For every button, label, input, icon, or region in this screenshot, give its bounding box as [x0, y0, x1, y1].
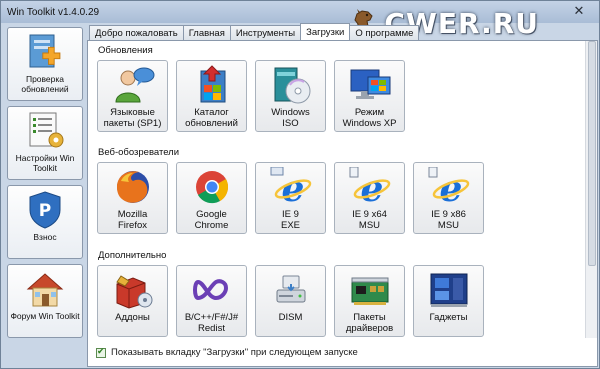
addons-box-icon	[115, 275, 152, 309]
donate-button[interactable]: P Взнос	[7, 185, 83, 259]
scrollbar-thumb[interactable]	[588, 41, 596, 266]
window-title: Win Toolkit v1.4.0.29	[7, 6, 100, 18]
chrome-button[interactable]: Google Chrome	[176, 162, 247, 234]
tile-label: IE 9 x86 MSU	[431, 209, 466, 231]
tile-label: Пакеты драйверов	[345, 312, 394, 334]
addons-button[interactable]: Аддоны	[97, 265, 168, 337]
visual-studio-icon	[192, 279, 228, 301]
redist-button[interactable]: B/C++/F#/J# Redist	[176, 265, 247, 337]
tile-label: IE 9 EXE	[280, 209, 300, 231]
paypal-icon: P	[29, 191, 61, 229]
footer: Показывать вкладку "Загрузки" при следую…	[96, 346, 358, 358]
tab-about[interactable]: О программе	[349, 25, 420, 40]
language-packs-button[interactable]: Языковые пакеты (SP1)	[97, 60, 168, 132]
section-title-updates: Обновления	[98, 45, 153, 56]
settings-button[interactable]: Настройки Win Toolkit	[7, 106, 83, 180]
settings-icon	[29, 112, 64, 148]
gadgets-button[interactable]: Гаджеты	[413, 265, 484, 337]
sidebar: Проверка обновлений Настройки Win Toolki…	[7, 27, 83, 367]
tile-label: Языковые пакеты (SP1)	[103, 107, 162, 129]
firefox-icon	[116, 171, 149, 203]
dism-button[interactable]: DISM	[255, 265, 326, 337]
tab-main[interactable]: Главная	[182, 25, 231, 40]
close-icon: ✕	[573, 3, 585, 18]
section-title-browsers: Веб-обозреватели	[98, 147, 180, 158]
dism-drive-icon	[276, 275, 305, 303]
tab-welcome[interactable]: Добро пожаловать	[89, 25, 184, 40]
update-check-button[interactable]: Проверка обновлений	[7, 27, 83, 101]
ie9-x64-msu-button[interactable]: e IE 9 x64 MSU	[334, 162, 405, 234]
tab-downloads[interactable]: Загрузки	[300, 23, 351, 40]
language-user-icon	[114, 67, 154, 103]
tile-label: Режим Windows XP	[342, 107, 397, 129]
svg-text:e: e	[360, 168, 383, 207]
tile-label: Каталог обновлений	[185, 107, 238, 129]
show-downloads-label: Показывать вкладку "Загрузки" при следую…	[111, 347, 358, 358]
svg-text:P: P	[39, 201, 51, 221]
ie9-x86-msu-button[interactable]: e IE 9 x86 MSU	[413, 162, 484, 234]
downloads-panel: Обновления Языковые пакеты (SP1) Каталог…	[87, 40, 598, 367]
section-title-extra: Дополнительно	[98, 250, 167, 261]
app-window: Win Toolkit v1.4.0.29 CWER.RU ✕ Проверка…	[0, 0, 600, 369]
sidebar-item-label: Форум Win Toolkit	[10, 311, 80, 321]
update-catalog-button[interactable]: Каталог обновлений	[176, 60, 247, 132]
close-button[interactable]: ✕	[569, 3, 589, 19]
tab-tools[interactable]: Инструменты	[229, 25, 302, 40]
driver-board-icon	[351, 277, 388, 305]
svg-text:e: e	[281, 168, 304, 207]
forum-home-icon	[26, 273, 64, 307]
tile-label: Mozilla Firefox	[117, 209, 148, 231]
tile-label: IE 9 x64 MSU	[352, 209, 387, 231]
xp-mode-button[interactable]: Режим Windows XP	[334, 60, 405, 132]
tile-label: B/C++/F#/J# Redist	[184, 312, 239, 334]
show-downloads-checkbox[interactable]	[96, 346, 106, 358]
sidebar-item-label: Настройки Win Toolkit	[15, 153, 75, 173]
sidebar-item-label: Проверка обновлений	[21, 74, 69, 94]
ie-icon: e	[428, 167, 469, 207]
tile-label: Аддоны	[115, 312, 150, 323]
sidebar-item-label: Взнос	[33, 232, 57, 242]
update-check-icon	[29, 34, 61, 68]
update-catalog-icon	[200, 65, 225, 103]
tile-label: Windows ISO	[271, 107, 310, 129]
windows-iso-button[interactable]: Windows ISO	[255, 60, 326, 132]
title-bar: Win Toolkit v1.4.0.29 CWER.RU ✕	[1, 1, 599, 40]
driver-packs-button[interactable]: Пакеты драйверов	[334, 265, 405, 337]
vertical-scrollbar[interactable]	[585, 41, 597, 338]
ie-icon: e	[270, 167, 311, 207]
svg-text:e: e	[439, 168, 462, 207]
ie9-exe-button[interactable]: e IE 9 EXE	[255, 162, 326, 234]
tab-strip: Добро пожаловать Главная Инструменты Заг…	[89, 23, 420, 40]
tile-label: Гаджеты	[429, 312, 468, 323]
firefox-button[interactable]: Mozilla Firefox	[97, 162, 168, 234]
windows-iso-icon	[274, 67, 310, 104]
forum-button[interactable]: Форум Win Toolkit	[7, 264, 83, 338]
xp-mode-icon	[350, 69, 390, 99]
chrome-icon	[195, 171, 228, 204]
tile-label: Google Chrome	[194, 209, 229, 231]
gadgets-icon	[430, 273, 467, 307]
ie-icon: e	[349, 167, 390, 207]
tile-label: DISM	[278, 312, 303, 323]
